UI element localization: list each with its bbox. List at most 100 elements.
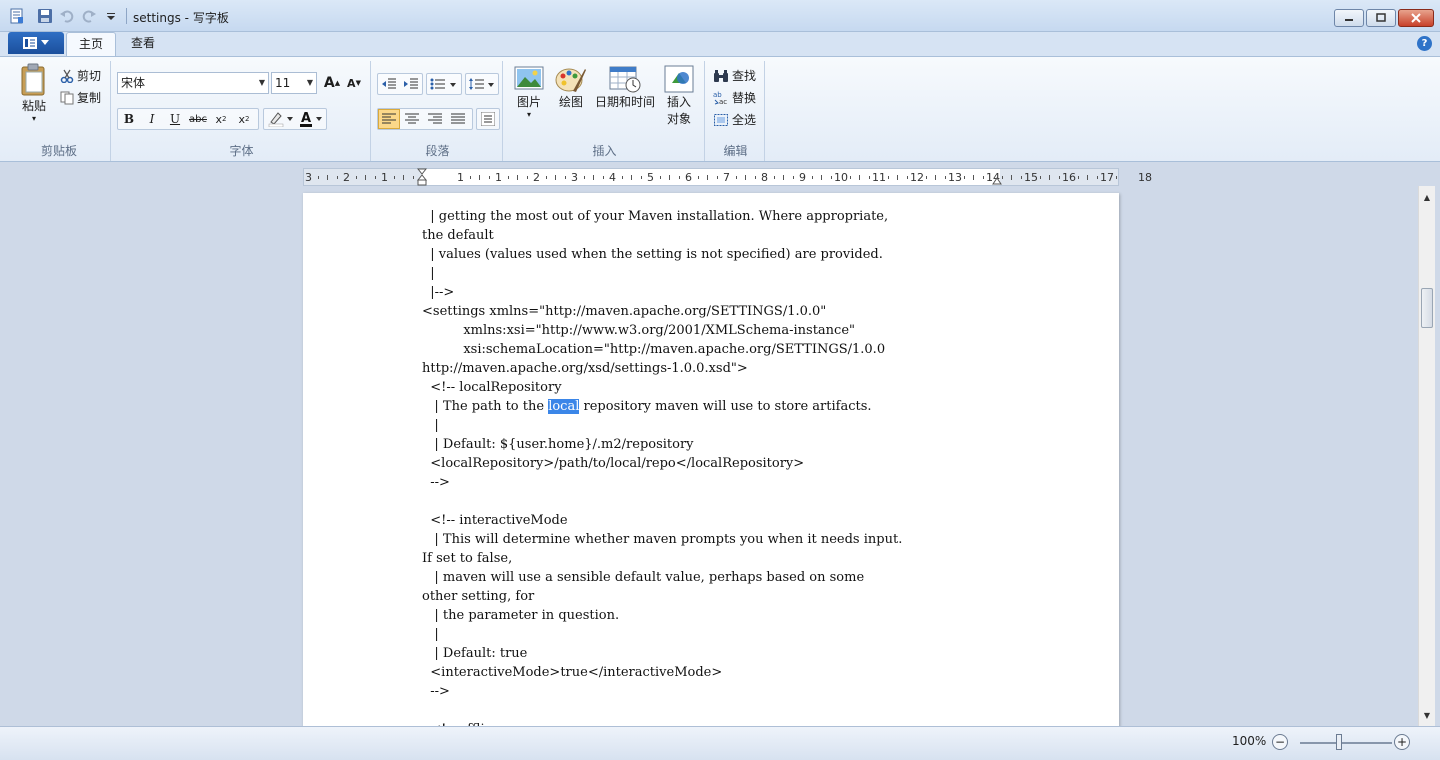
ruler-tick bbox=[593, 175, 594, 180]
calendar-clock-icon bbox=[609, 66, 641, 93]
ruler-tick bbox=[716, 176, 718, 179]
zoom-slider-thumb[interactable] bbox=[1336, 734, 1342, 750]
ruler-tick bbox=[488, 176, 490, 179]
close-button[interactable] bbox=[1398, 9, 1434, 27]
cut-button[interactable]: 剪切 bbox=[60, 67, 101, 84]
shrink-font-icon[interactable]: A ▼ bbox=[343, 73, 365, 93]
document-line: <settings xmlns="http://maven.apache.org… bbox=[422, 304, 827, 319]
text-line-prefix: | The path to the bbox=[422, 399, 549, 414]
ruler-tick bbox=[897, 175, 898, 180]
ruler-tick bbox=[887, 176, 889, 179]
ruler-label: 7 bbox=[723, 171, 730, 184]
datetime-button[interactable]: 日期和时间 bbox=[593, 65, 657, 110]
ruler-tick bbox=[403, 175, 404, 180]
vertical-scrollbar[interactable]: ▲ ▼ bbox=[1418, 186, 1435, 726]
ruler-tick bbox=[507, 176, 509, 179]
zoom-out-icon[interactable]: − bbox=[1272, 734, 1288, 750]
document-line: http://maven.apache.org/xsd/settings-1.0… bbox=[422, 361, 748, 376]
underline-icon[interactable]: U bbox=[164, 109, 186, 129]
document-text[interactable]: | getting the most out of your Maven ins… bbox=[422, 207, 902, 726]
copy-icon bbox=[60, 91, 74, 104]
replace-button[interactable]: ab ac 替换 bbox=[713, 89, 756, 106]
ruler-tick bbox=[982, 176, 984, 179]
scroll-down-icon[interactable]: ▼ bbox=[1419, 708, 1435, 724]
paint-drawing-button[interactable]: 绘图 bbox=[551, 65, 591, 110]
find-button[interactable]: 查找 bbox=[713, 67, 756, 84]
text-block-after: | | Default: ${user.home}/.m2/repository… bbox=[422, 418, 902, 726]
ruler-label: 3 bbox=[571, 171, 578, 184]
superscript-icon[interactable]: x2 bbox=[233, 109, 255, 129]
font-family-select[interactable]: 宋体 ▼ bbox=[117, 72, 269, 94]
picture-dropdown-icon[interactable]: ▾ bbox=[527, 110, 531, 119]
save-icon[interactable] bbox=[36, 7, 54, 25]
align-left-icon[interactable] bbox=[378, 109, 400, 129]
select-all-button[interactable]: 全选 bbox=[713, 111, 756, 128]
ruler-label: 5 bbox=[647, 171, 654, 184]
minimize-button[interactable] bbox=[1334, 9, 1364, 27]
font-color-icon[interactable]: A bbox=[298, 109, 326, 129]
undo-icon[interactable] bbox=[58, 7, 76, 25]
document-line: <interactiveMode>true</interactiveMode> bbox=[422, 665, 723, 680]
highlight-color-icon[interactable] bbox=[264, 109, 298, 129]
ruler-label: 9 bbox=[799, 171, 806, 184]
svg-text:A: A bbox=[301, 111, 311, 126]
help-icon[interactable]: ? bbox=[1417, 36, 1432, 51]
ruler-tick bbox=[678, 176, 680, 179]
strikethrough-icon[interactable]: abc bbox=[187, 109, 209, 129]
window-controls bbox=[1334, 9, 1434, 27]
increase-indent-icon[interactable] bbox=[400, 74, 422, 94]
font-family-dropdown-icon[interactable]: ▼ bbox=[259, 73, 265, 93]
zoom-in-icon[interactable]: + bbox=[1394, 734, 1410, 750]
maximize-button[interactable] bbox=[1366, 9, 1396, 27]
replace-label: 替换 bbox=[732, 91, 757, 105]
customize-toolbar-dropdown-icon[interactable] bbox=[102, 7, 120, 25]
align-right-icon[interactable] bbox=[424, 109, 446, 129]
bold-icon[interactable]: B bbox=[118, 109, 140, 129]
line-spacing-icon[interactable] bbox=[466, 74, 498, 94]
ruler-tick bbox=[821, 175, 822, 180]
align-center-icon[interactable] bbox=[401, 109, 423, 129]
binoculars-icon bbox=[714, 69, 728, 82]
horizontal-ruler[interactable]: 3 2 1 1 1 2 3 4 5 6 7 8 9 10 11 12 13 14 15 16 17 18 bbox=[303, 168, 1152, 186]
quick-access-toolbar bbox=[36, 7, 129, 25]
justify-icon[interactable] bbox=[447, 109, 469, 129]
grow-font-icon[interactable]: A ▲ bbox=[321, 73, 343, 93]
document-page[interactable]: | getting the most out of your Maven ins… bbox=[303, 193, 1119, 726]
document-line: | values (values used when the setting i… bbox=[422, 247, 883, 262]
ruler-tick bbox=[355, 176, 357, 179]
ruler-tick bbox=[745, 175, 746, 180]
document-line: | Default: true bbox=[422, 646, 528, 661]
list-bullets-icon[interactable] bbox=[427, 74, 461, 94]
italic-icon[interactable]: I bbox=[141, 109, 163, 129]
selected-text[interactable]: local bbox=[548, 399, 580, 414]
paragraph-settings-icon[interactable] bbox=[477, 109, 499, 129]
ruler-label: 11 bbox=[872, 171, 886, 184]
decrease-indent-icon[interactable] bbox=[378, 74, 400, 94]
redo-icon[interactable] bbox=[80, 7, 98, 25]
scroll-up-icon[interactable]: ▲ bbox=[1419, 190, 1435, 206]
subscript-icon[interactable]: x2 bbox=[210, 109, 232, 129]
tab-view[interactable]: 查看 bbox=[119, 32, 167, 56]
insert-object-button[interactable]: 插入 对象 bbox=[659, 65, 699, 127]
paste-button[interactable]: 粘贴 ▾ bbox=[14, 63, 54, 123]
ruler-tick bbox=[1039, 176, 1041, 179]
document-line: the default bbox=[422, 228, 494, 243]
font-size-select[interactable]: 11 ▼ bbox=[271, 72, 317, 94]
font-size-dropdown-icon[interactable]: ▼ bbox=[307, 73, 313, 93]
insert-picture-button[interactable]: 图片 ▾ bbox=[511, 65, 547, 119]
document-line: other setting, for bbox=[422, 589, 535, 604]
document-line: | bbox=[422, 627, 439, 642]
ruler-label: 12 bbox=[910, 171, 924, 184]
group-paragraph: 段落 bbox=[373, 61, 503, 161]
toolbar-separator bbox=[126, 8, 127, 24]
copy-button[interactable]: 复制 bbox=[60, 89, 101, 106]
scroll-thumb[interactable] bbox=[1421, 288, 1433, 328]
ruler-tick bbox=[830, 176, 832, 179]
ruler-tick bbox=[374, 176, 376, 179]
ruler-tick bbox=[669, 175, 670, 180]
tab-home[interactable]: 主页 bbox=[66, 32, 117, 56]
wordpad-app-icon[interactable] bbox=[9, 8, 25, 24]
application-menu-button[interactable] bbox=[8, 32, 64, 54]
paste-dropdown-icon[interactable]: ▾ bbox=[32, 114, 36, 123]
zoom-slider[interactable] bbox=[1300, 742, 1392, 744]
